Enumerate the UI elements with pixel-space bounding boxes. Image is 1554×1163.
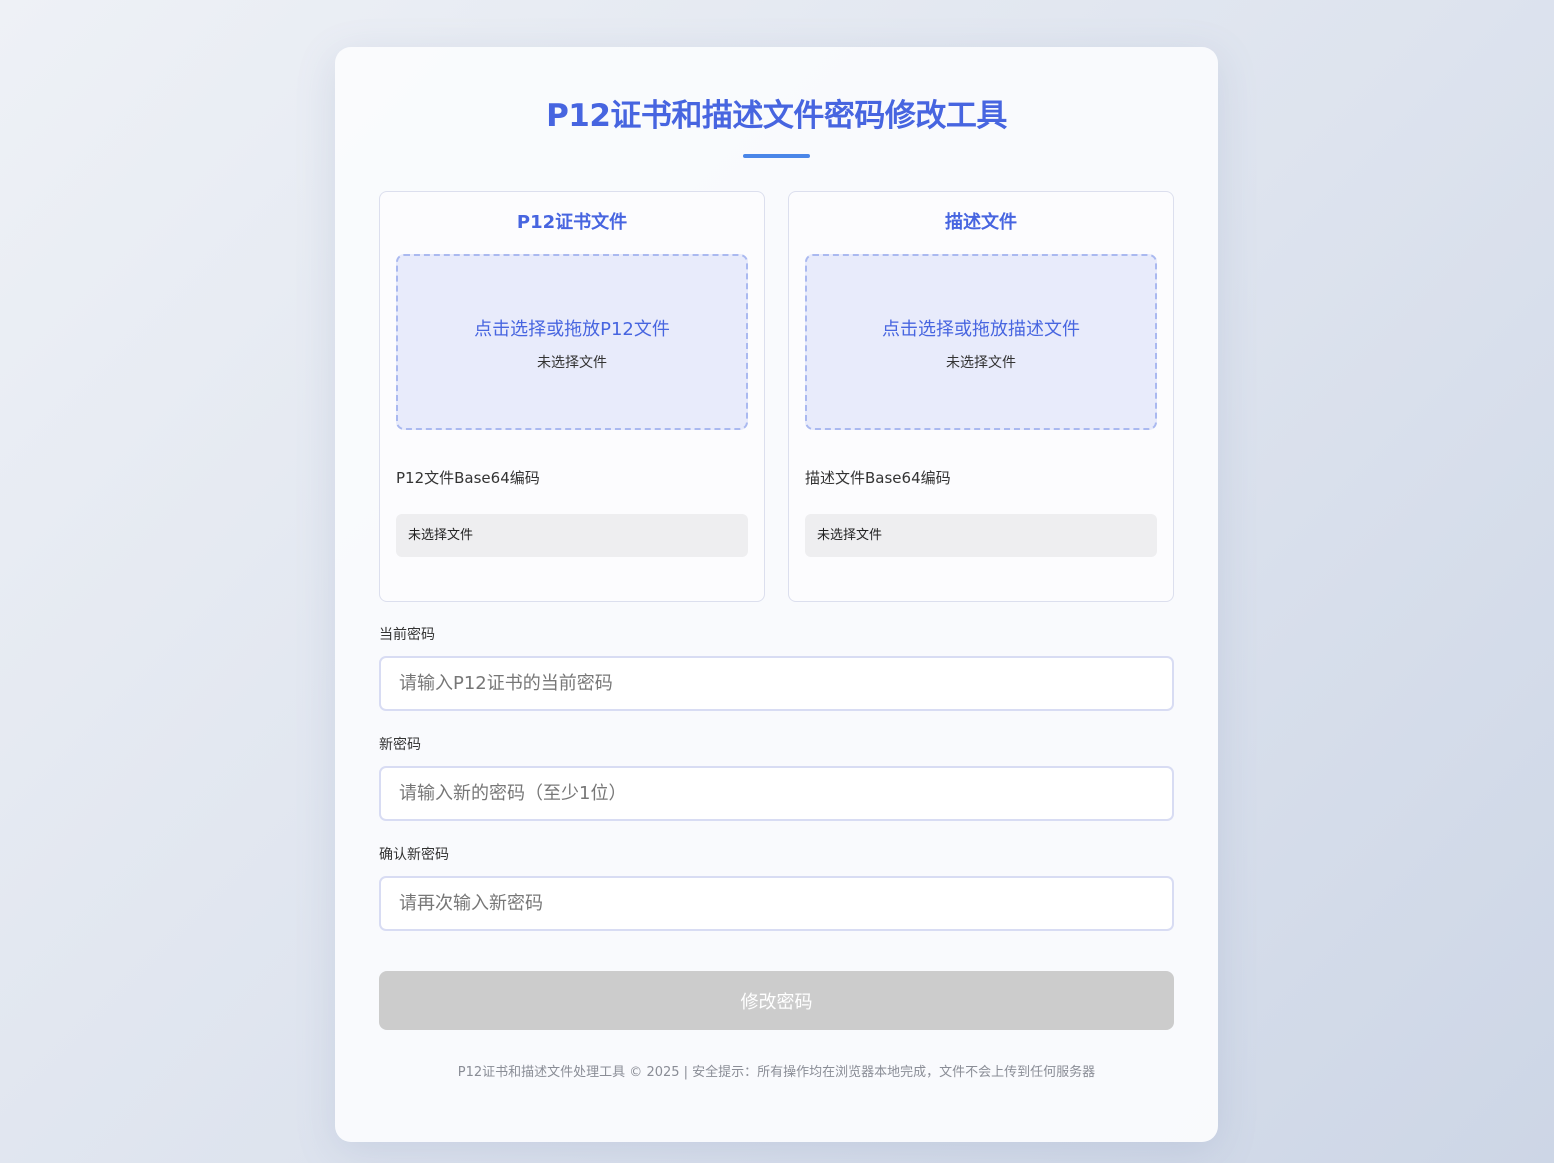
profile-dropzone-prompt: 点击选择或拖放描述文件 xyxy=(882,319,1080,340)
title-underline xyxy=(743,154,810,158)
p12-dropzone-prompt: 点击选择或拖放P12文件 xyxy=(474,319,670,340)
page-title: P12证书和描述文件密码修改工具 xyxy=(546,98,1007,134)
footer-text: P12证书和描述文件处理工具 © 2025 | 安全提示：所有操作均在浏览器本地… xyxy=(457,1065,1096,1080)
new-password-group: 新密码 xyxy=(379,736,1174,821)
p12-panel: P12证书文件 点击选择或拖放P12文件 未选择文件 P12文件Base64编码… xyxy=(379,191,765,602)
p12-base64-output: 未选择文件 xyxy=(396,514,748,557)
p12-dropzone[interactable]: 点击选择或拖放P12文件 未选择文件 xyxy=(396,254,748,430)
profile-base64-output: 未选择文件 xyxy=(805,514,1157,557)
profile-file-status: 未选择文件 xyxy=(946,355,1016,371)
current-password-group: 当前密码 xyxy=(379,626,1174,711)
current-password-label: 当前密码 xyxy=(379,627,435,643)
p12-file-status: 未选择文件 xyxy=(537,355,607,371)
confirm-password-label: 确认新密码 xyxy=(379,847,449,863)
confirm-password-group: 确认新密码 xyxy=(379,846,1174,931)
p12-base64-label: P12文件Base64编码 xyxy=(396,469,540,487)
main-card: P12证书和描述文件密码修改工具 P12证书文件 点击选择或拖放P12文件 未选… xyxy=(335,47,1218,1142)
profile-panel: 描述文件 点击选择或拖放描述文件 未选择文件 描述文件Base64编码 未选择文… xyxy=(788,191,1174,602)
profile-dropzone[interactable]: 点击选择或拖放描述文件 未选择文件 xyxy=(805,254,1157,430)
file-panels: P12证书文件 点击选择或拖放P12文件 未选择文件 P12文件Base64编码… xyxy=(379,191,1174,602)
p12-panel-title: P12证书文件 xyxy=(516,212,628,233)
profile-base64-label: 描述文件Base64编码 xyxy=(805,469,951,487)
confirm-password-input[interactable] xyxy=(379,876,1174,931)
profile-panel-title: 描述文件 xyxy=(945,212,1017,233)
new-password-label: 新密码 xyxy=(379,737,421,753)
new-password-input[interactable] xyxy=(379,766,1174,821)
change-password-button[interactable]: 修改密码 xyxy=(379,971,1174,1030)
current-password-input[interactable] xyxy=(379,656,1174,711)
